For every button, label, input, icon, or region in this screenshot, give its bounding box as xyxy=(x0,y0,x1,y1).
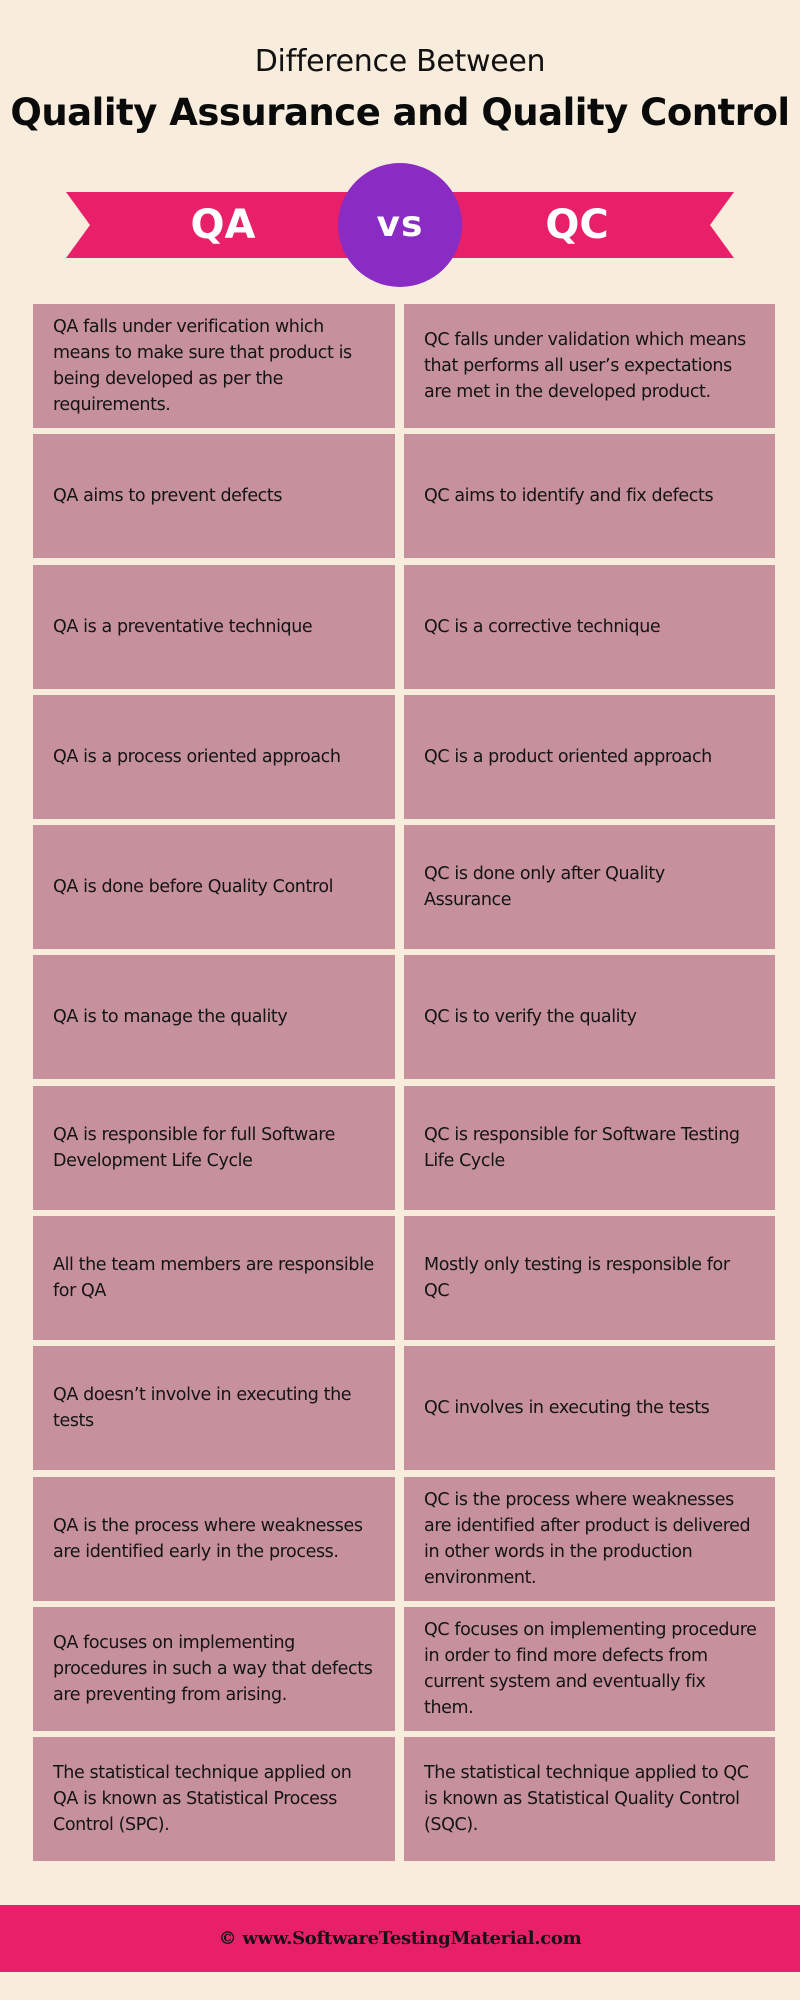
footer-credit: © www.SoftwareTestingMaterial.com xyxy=(218,1928,582,1949)
comparison-row: QA is a preventative technique QC is a c… xyxy=(33,564,775,689)
qc-label: QC xyxy=(545,202,609,248)
comparison-table: QA falls under verification which means … xyxy=(33,304,775,1868)
vs-badge: vs xyxy=(338,163,462,287)
qc-cell: QC is done only after Quality Assurance xyxy=(404,825,775,950)
qc-cell: QC focuses on implementing procedure in … xyxy=(404,1606,775,1731)
qc-cell: QC involves in executing the tests xyxy=(404,1346,775,1471)
qa-vs-qc-banner: QA QC vs xyxy=(0,0,800,300)
comparison-row: QA is responsible for full Software Deve… xyxy=(33,1085,775,1210)
qa-label: QA xyxy=(190,202,256,248)
qc-cell: QC is to verify the quality xyxy=(404,955,775,1080)
comparison-row: QA is to manage the quality QC is to ver… xyxy=(33,955,775,1080)
comparison-row: QA falls under verification which means … xyxy=(33,304,775,428)
comparison-row: The statistical technique applied on QA … xyxy=(33,1737,775,1862)
comparison-row: QA is done before Quality Control QC is … xyxy=(33,825,775,950)
qa-cell: QA is to manage the quality xyxy=(33,955,395,1080)
comparison-row: QA is a process oriented approach QC is … xyxy=(33,694,775,819)
qa-cell: QA is done before Quality Control xyxy=(33,825,395,950)
qc-cell: QC is a product oriented approach xyxy=(404,694,775,819)
qc-cell: QC is a corrective technique xyxy=(404,564,775,689)
qa-cell: QA is the process where weaknesses are i… xyxy=(33,1476,395,1601)
qa-cell: QA doesn’t involve in executing the test… xyxy=(33,1346,395,1471)
qa-cell: QA aims to prevent defects xyxy=(33,434,395,559)
qc-cell: Mostly only testing is responsible for Q… xyxy=(404,1216,775,1341)
comparison-row: QA doesn’t involve in executing the test… xyxy=(33,1346,775,1471)
qa-cell: QA is a process oriented approach xyxy=(33,694,395,819)
qc-cell: QC aims to identify and fix defects xyxy=(404,434,775,559)
comparison-row: QA focuses on implementing procedures in… xyxy=(33,1606,775,1731)
qa-cell: All the team members are responsible for… xyxy=(33,1216,395,1341)
comparison-row: QA is the process where weaknesses are i… xyxy=(33,1476,775,1601)
qa-cell: QA falls under verification which means … xyxy=(33,304,395,428)
qc-cell: QC is responsible for Software Testing L… xyxy=(404,1085,775,1210)
qc-cell: The statistical technique applied to QC … xyxy=(404,1737,775,1862)
qa-cell: The statistical technique applied on QA … xyxy=(33,1737,395,1862)
qa-cell: QA focuses on implementing procedures in… xyxy=(33,1606,395,1731)
comparison-row: All the team members are responsible for… xyxy=(33,1216,775,1341)
footer-bar: © www.SoftwareTestingMaterial.com xyxy=(0,1905,800,1972)
qa-cell: QA is responsible for full Software Deve… xyxy=(33,1085,395,1210)
qc-cell: QC is the process where weaknesses are i… xyxy=(404,1476,775,1601)
comparison-row: QA aims to prevent defects QC aims to id… xyxy=(33,434,775,559)
qc-cell: QC falls under validation which means th… xyxy=(404,304,775,428)
qa-cell: QA is a preventative technique xyxy=(33,564,395,689)
